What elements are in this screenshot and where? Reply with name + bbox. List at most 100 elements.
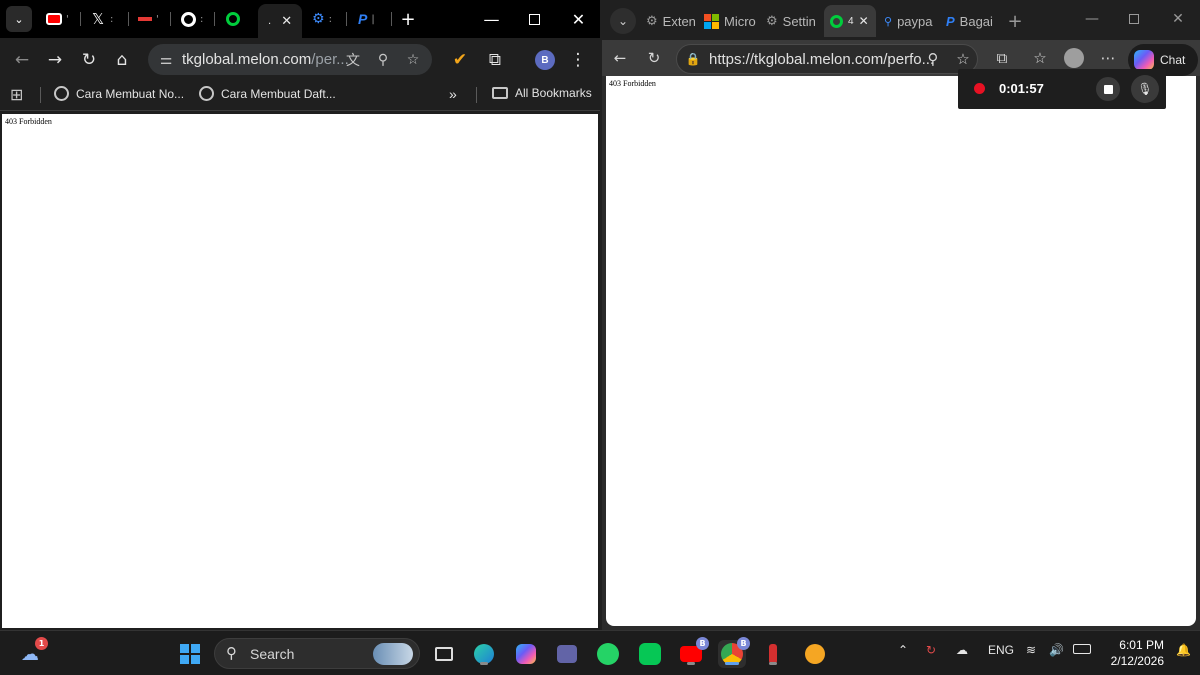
tab-chrome[interactable]: : [181, 6, 203, 32]
stop-recording-button[interactable] [1096, 77, 1120, 101]
all-bookmarks-button[interactable]: All Bookmarks [492, 86, 592, 100]
line-taskbar-button[interactable] [636, 640, 664, 668]
copilot-taskbar-button[interactable] [512, 640, 540, 668]
globe-icon [199, 86, 214, 101]
tab-youtube[interactable]: ' [46, 6, 69, 32]
maximize-button[interactable] [1114, 0, 1154, 38]
bookmarks-overflow-button[interactable]: » [449, 86, 457, 102]
edge-taskbar-button[interactable] [470, 640, 498, 668]
address-bar[interactable]: ⚌ tkglobal.melon.com/per... 文 ⚲ ☆ [148, 44, 432, 75]
wifi-button[interactable]: ≋ [1026, 643, 1036, 657]
show-hidden-icons-button[interactable]: ⌃ [898, 643, 908, 657]
bookmarks-bar: ⊞ Cara Membuat No... Cara Membuat Daft..… [0, 80, 600, 111]
speaker-icon: 🔊 [1049, 643, 1064, 657]
language-indicator[interactable]: ENG [988, 643, 1014, 657]
mute-mic-button[interactable]: 🎙 [1131, 75, 1159, 103]
tab-x[interactable]: 𝕏 : [90, 6, 113, 32]
tray-app-icon[interactable]: ↻ [926, 643, 936, 657]
kebab-menu-icon: ⋮ [569, 50, 587, 70]
notifications-button[interactable]: 🔔 [1176, 643, 1191, 657]
melon-icon [830, 14, 843, 28]
tab-actions-button[interactable]: ⌄ [610, 8, 636, 34]
tab-paypal[interactable]: P Bagai [946, 8, 998, 34]
reload-button[interactable]: ↻ [75, 46, 103, 74]
new-tab-button[interactable]: + [399, 6, 417, 32]
chevron-up-icon: ⌃ [898, 643, 909, 657]
tab-label: : [110, 13, 114, 25]
tab-melon-active[interactable]: 4 ✕ [824, 5, 876, 37]
favorites-button[interactable]: ☆ [1028, 46, 1052, 70]
translate-icon[interactable]: 文 [342, 49, 364, 71]
youtube-taskbar-button[interactable]: B [677, 637, 709, 668]
whatsapp-taskbar-button[interactable] [594, 640, 622, 668]
close-window-button[interactable]: ✕ [1158, 0, 1198, 38]
maximize-icon [529, 13, 540, 25]
maximize-icon [1129, 14, 1139, 24]
forward-button[interactable]: → [41, 46, 69, 74]
tab-extensions[interactable]: ⚙ Exten [646, 8, 696, 34]
url-text[interactable]: tkglobal.melon.com/per... [182, 51, 349, 68]
settings-more-button[interactable]: ⋯ [1096, 46, 1120, 70]
bookmark-item-2[interactable]: Cara Membuat Daft... [199, 86, 336, 101]
volume-button[interactable]: 🔊 [1049, 643, 1064, 657]
home-button[interactable]: ⌂ [108, 46, 136, 74]
taskbar-clock[interactable]: 6:01 PM 2/12/2026 [1104, 637, 1164, 669]
tab-paypal-search[interactable]: ⚲ paypa [884, 8, 940, 34]
tab-settings[interactable]: ⚙ Settin [766, 8, 822, 34]
minimize-button[interactable]: — [1072, 0, 1112, 38]
extension-person-button[interactable]: ✔ [446, 46, 474, 74]
tab-microsoft[interactable]: Micro [704, 8, 760, 34]
address-bar[interactable]: 🔒 https://tkglobal.melon.com/perfo... ⚲ … [676, 44, 978, 74]
profile-avatar[interactable]: B [535, 50, 555, 70]
extensions-button[interactable]: ⧉ [481, 46, 509, 74]
vpn-taskbar-button[interactable] [801, 640, 829, 668]
bookmark-item-1[interactable]: Cara Membuat No... [54, 86, 184, 101]
new-tab-button[interactable]: + [1004, 8, 1026, 34]
site-info-icon[interactable]: ⚌ [155, 49, 177, 71]
url-text[interactable]: https://tkglobal.melon.com/perfo... [709, 51, 934, 68]
tab-separator [80, 12, 81, 26]
minimize-button[interactable]: — [469, 0, 514, 38]
start-button[interactable] [176, 640, 204, 668]
melon-icon [226, 12, 240, 26]
tray-cloud-off-icon[interactable]: ☁ [956, 643, 968, 657]
close-window-button[interactable]: ✕ [556, 0, 601, 38]
close-tab-icon[interactable]: ✕ [281, 14, 292, 29]
line-icon [639, 643, 661, 665]
chrome-menu-button[interactable]: ⋮ [564, 46, 592, 74]
profile-avatar-icon [1064, 48, 1084, 68]
bookmark-star-icon[interactable]: ☆ [402, 49, 424, 71]
tab-settings[interactable]: ⚙ : [312, 6, 332, 32]
taskbar-search-box[interactable]: ⚲ Search [214, 638, 420, 669]
recording-dot-icon [974, 83, 985, 94]
weather-widget[interactable]: ☁ 1 [16, 637, 48, 668]
app-taskbar-button[interactable] [759, 640, 787, 668]
mic-off-icon: 🎙 [1137, 82, 1153, 96]
puzzle-icon: ⧉ [996, 49, 1008, 67]
back-button[interactable]: ← [608, 46, 632, 70]
lock-icon[interactable]: 🔒 [681, 47, 705, 71]
tab-search-button[interactable]: ⌄ [6, 6, 32, 32]
close-tab-icon[interactable]: ✕ [859, 14, 869, 28]
chrome-taskbar-button[interactable]: B [718, 637, 750, 668]
wifi-icon: ≋ [1026, 643, 1037, 657]
maximize-button[interactable] [512, 0, 557, 38]
extensions-button[interactable]: ⧉ [990, 46, 1014, 70]
teams-taskbar-button[interactable] [553, 640, 581, 668]
zoom-icon[interactable]: ⚲ [372, 49, 394, 71]
tab-red[interactable]: ' [138, 6, 159, 32]
task-view-button[interactable] [430, 640, 458, 668]
tab-active[interactable]: . ✕ [258, 4, 302, 38]
favorites-list-icon: ☆ [1033, 49, 1047, 67]
profile-button[interactable] [1062, 46, 1086, 70]
battery-button[interactable] [1073, 643, 1091, 657]
favorite-star-icon[interactable]: ☆ [951, 47, 975, 71]
zoom-icon[interactable]: ⚲ [921, 47, 945, 71]
apps-grid-icon: ⊞ [10, 85, 24, 104]
back-button[interactable]: ← [8, 46, 36, 74]
apps-button[interactable]: ⊞ [10, 85, 23, 104]
globe-icon [54, 86, 69, 101]
tab-paypal[interactable]: P | [358, 6, 375, 32]
reload-button[interactable]: ↻ [642, 46, 666, 70]
tab-melon[interactable] [226, 6, 240, 32]
